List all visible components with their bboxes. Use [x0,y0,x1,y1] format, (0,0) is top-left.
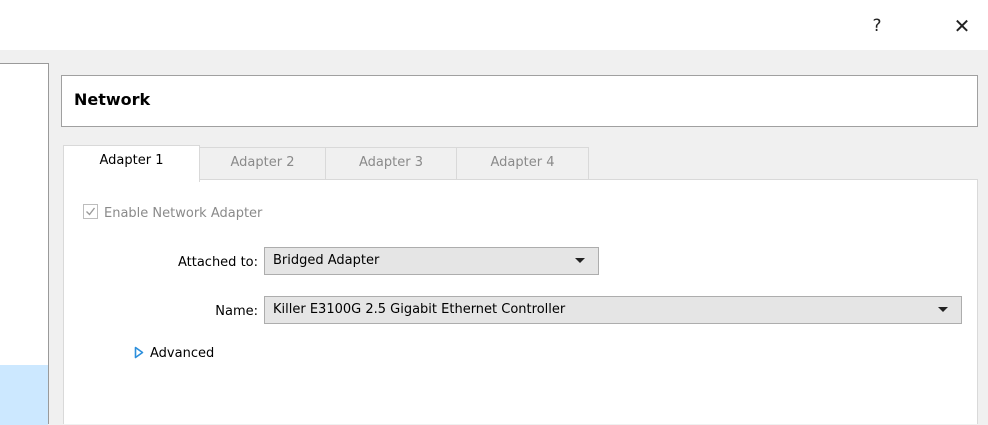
check-icon[interactable] [83,204,98,219]
tab-adapter-3[interactable]: Adapter 3 [325,147,457,180]
chevron-down-icon [938,307,948,312]
help-button[interactable]: ? [857,10,897,42]
attached-to-value: Bridged Adapter [273,253,380,268]
attached-to-label: Attached to: [177,255,258,270]
adapter-name-dropdown[interactable]: Killer E3100G 2.5 Gigabit Ethernet Contr… [264,296,962,324]
page-title: Network [74,90,151,109]
attached-to-dropdown[interactable]: Bridged Adapter [264,247,599,275]
section-header: Network [61,75,978,127]
enable-adapter-label: Enable Network Adapter [104,206,263,221]
selected-category-item[interactable] [0,365,48,425]
adapter-name-value: Killer E3100G 2.5 Gigabit Ethernet Contr… [273,302,566,317]
advanced-expander[interactable]: Advanced [134,344,214,364]
title-bar: ? ✕ [0,0,988,50]
tab-adapter-4[interactable]: Adapter 4 [456,147,589,180]
tab-adapter-1[interactable]: Adapter 1 [63,145,200,182]
tab-adapter-2[interactable]: Adapter 2 [199,147,326,180]
advanced-label: Advanced [150,346,215,361]
close-button[interactable]: ✕ [942,10,982,42]
enable-adapter-checkbox[interactable]: Enable Network Adapter [83,204,262,224]
triangle-right-icon [134,346,144,359]
chevron-down-icon [575,258,585,263]
name-label: Name: [215,304,258,319]
settings-category-list[interactable] [0,63,49,425]
